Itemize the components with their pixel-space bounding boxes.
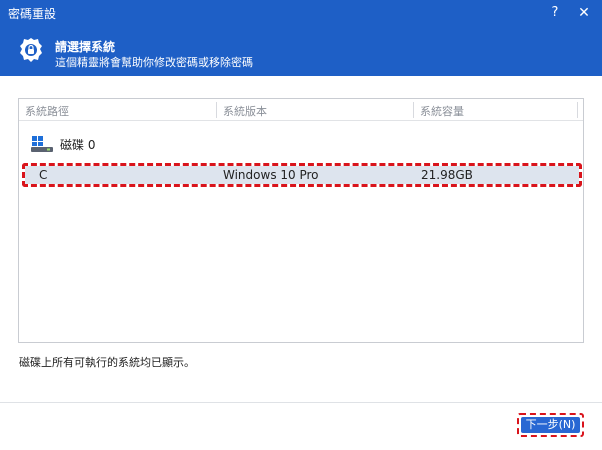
column-divider[interactable]: [577, 102, 578, 118]
close-icon[interactable]: ✕: [576, 5, 592, 21]
title-bar: 密碼重設 ? ✕: [0, 0, 602, 27]
header-subtitle: 這個精靈將會幫助你修改密碼或移除密碼: [55, 56, 253, 69]
help-icon[interactable]: ?: [548, 5, 562, 21]
column-header-capacity[interactable]: 系統容量: [420, 103, 464, 119]
footer-divider: [0, 402, 602, 403]
next-button-highlight: 下一步(N): [517, 413, 584, 437]
gear-lock-icon: [19, 37, 43, 65]
column-divider[interactable]: [413, 102, 414, 118]
next-button[interactable]: 下一步(N): [521, 417, 580, 433]
system-capacity-cell: 21.98GB: [421, 168, 473, 182]
system-path-cell: C: [39, 168, 48, 182]
column-header-path[interactable]: 系統路徑: [25, 103, 69, 119]
table-header: 系統路徑 系統版本 系統容量: [19, 99, 583, 121]
wizard-header: 請選擇系統 這個精靈將會幫助你修改密碼或移除密碼: [0, 27, 602, 76]
header-title: 請選擇系統: [55, 40, 116, 54]
system-table: 系統路徑 系統版本 系統容量 磁碟 0 C Windows 10 Pro 21.…: [18, 98, 584, 343]
system-version-cell: Windows 10 Pro: [223, 168, 319, 182]
table-row[interactable]: C Windows 10 Pro 21.98GB: [22, 163, 582, 187]
column-header-version[interactable]: 系統版本: [223, 103, 267, 119]
window-title: 密碼重設: [8, 7, 57, 21]
column-divider[interactable]: [216, 102, 217, 118]
disk-label: 磁碟 0: [60, 137, 96, 152]
disk-entry: 磁碟 0: [31, 135, 95, 153]
windows-disk-icon: [31, 136, 53, 152]
info-note: 磁碟上所有可執行的系統均已顯示。: [19, 356, 195, 369]
